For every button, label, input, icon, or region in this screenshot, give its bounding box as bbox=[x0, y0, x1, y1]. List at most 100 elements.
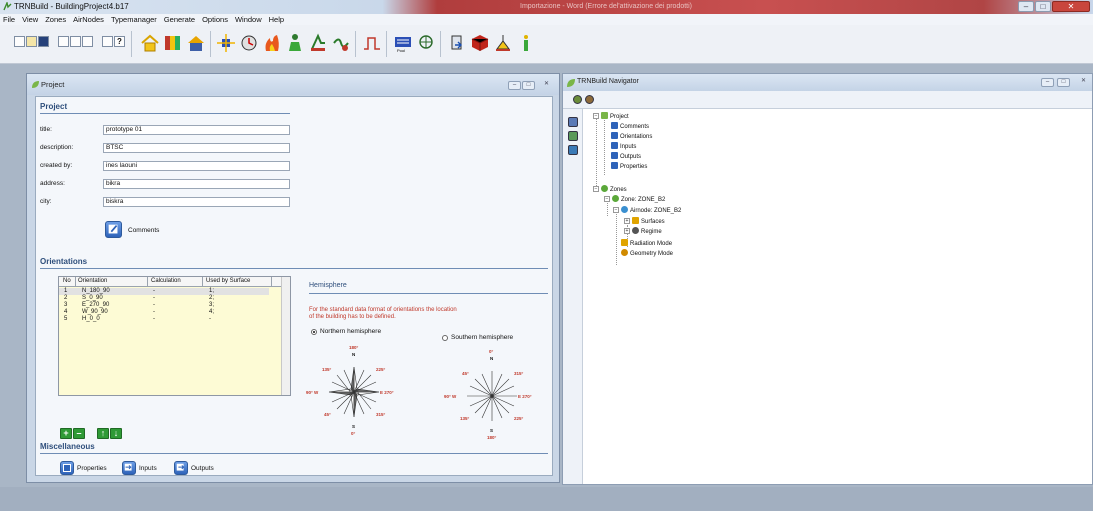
infiltration-icon[interactable] bbox=[331, 33, 351, 53]
maximize-button[interactable]: □ bbox=[1035, 1, 1051, 12]
southern-hemisphere-radio[interactable] bbox=[442, 335, 448, 341]
navigator-restore-button[interactable]: □ bbox=[1057, 78, 1070, 87]
save-icon[interactable] bbox=[38, 36, 49, 47]
expand-surfaces-toggle[interactable]: + bbox=[624, 218, 630, 224]
profile-chart-icon[interactable] bbox=[362, 33, 382, 53]
wall-layers-icon[interactable] bbox=[163, 33, 183, 53]
tree-radiation-mode[interactable]: Radiation Mode bbox=[621, 239, 672, 247]
tree-airnode[interactable]: Airnode: ZONE_B2 bbox=[621, 206, 681, 214]
collapse-project-toggle[interactable]: − bbox=[593, 113, 599, 119]
cube-3d-icon[interactable] bbox=[470, 33, 490, 53]
tree-outputs[interactable]: Outputs bbox=[611, 152, 641, 160]
table-row[interactable]: 2 S_0_90 - 2; bbox=[59, 295, 290, 302]
gains-person-icon[interactable] bbox=[285, 33, 305, 53]
collapse-zones-toggle[interactable]: − bbox=[593, 186, 599, 192]
zone-house-icon[interactable] bbox=[140, 33, 160, 53]
menu-file[interactable]: File bbox=[3, 14, 15, 25]
navigator-titlebar[interactable]: TRNBuild Navigator – □ ✕ bbox=[563, 74, 1092, 91]
remove-orientation-button[interactable]: – bbox=[73, 428, 85, 439]
window-type-icon[interactable] bbox=[216, 33, 236, 53]
menu-view[interactable]: View bbox=[22, 14, 38, 25]
outputs-button[interactable] bbox=[174, 461, 188, 475]
project-restore-button[interactable]: □ bbox=[522, 81, 535, 90]
table-row[interactable]: 5 H_0_0 - - bbox=[59, 316, 290, 323]
tree-zones[interactable]: Zones bbox=[601, 185, 627, 193]
menu-options[interactable]: Options bbox=[202, 14, 228, 25]
nav-side-airnode-icon[interactable] bbox=[568, 145, 578, 155]
col-calculation-header[interactable]: Calculation bbox=[151, 278, 181, 284]
tree-properties[interactable]: Properties bbox=[611, 162, 647, 170]
menu-generate[interactable]: Generate bbox=[164, 14, 195, 25]
comments-icon bbox=[611, 122, 618, 129]
menu-typemanager[interactable]: Typemanager bbox=[111, 14, 157, 25]
building-icon[interactable] bbox=[186, 33, 206, 53]
table-scrollbar[interactable] bbox=[281, 277, 290, 395]
menu-airnodes[interactable]: AirNodes bbox=[73, 14, 104, 25]
expand-regime-toggle[interactable]: + bbox=[624, 228, 630, 234]
city-field[interactable]: biskra bbox=[103, 197, 290, 207]
help-about-icon[interactable]: ? bbox=[114, 36, 125, 47]
orientations-table[interactable]: No Orientation Calculation Used by Surfa… bbox=[58, 276, 291, 396]
copy-icon[interactable] bbox=[70, 36, 81, 47]
info-icon[interactable] bbox=[516, 33, 536, 53]
print-icon[interactable] bbox=[102, 36, 113, 47]
collapse-airnode-toggle[interactable]: − bbox=[613, 207, 619, 213]
lamp-icon[interactable] bbox=[493, 33, 513, 53]
compass-n-letter: N bbox=[352, 352, 356, 357]
paste-icon[interactable] bbox=[82, 36, 93, 47]
col-used-by-header[interactable]: Used by Surface bbox=[206, 278, 250, 284]
description-field[interactable]: BTSC bbox=[103, 143, 290, 153]
table-row[interactable]: 3 E_270_90 - 3; bbox=[59, 302, 290, 309]
export-icon[interactable] bbox=[447, 33, 467, 53]
menu-help[interactable]: Help bbox=[269, 14, 284, 25]
address-field[interactable]: bikra bbox=[103, 179, 290, 189]
airnode-icon bbox=[621, 206, 628, 213]
move-down-button[interactable]: ↓ bbox=[110, 428, 122, 439]
project-minimize-button[interactable]: – bbox=[508, 81, 521, 90]
open-file-icon[interactable] bbox=[26, 36, 37, 47]
heating-flame-icon[interactable] bbox=[262, 33, 282, 53]
tree-comments[interactable]: Comments bbox=[611, 122, 649, 130]
col-orientation-header[interactable]: Orientation bbox=[78, 278, 107, 284]
tree-geometry-mode[interactable]: Geometry Mode bbox=[621, 249, 673, 257]
created-by-field[interactable]: ines laouni bbox=[103, 161, 290, 171]
cut-icon[interactable] bbox=[58, 36, 69, 47]
tree-inputs[interactable]: Inputs bbox=[611, 142, 636, 150]
add-orientation-button[interactable]: + bbox=[60, 428, 72, 439]
ventilation-icon[interactable]: Pool bbox=[393, 33, 413, 53]
menu-zones[interactable]: Zones bbox=[45, 14, 66, 25]
schedule-icon[interactable] bbox=[239, 33, 259, 53]
collapse-all-icon[interactable] bbox=[585, 95, 594, 104]
tree-surfaces[interactable]: Surfaces bbox=[632, 217, 665, 225]
globe-grid-icon[interactable] bbox=[416, 33, 436, 53]
table-row[interactable]: 1 N_180_90 - 1; bbox=[59, 288, 269, 295]
col-no-header[interactable]: No bbox=[63, 278, 71, 284]
tree-regime[interactable]: Regime bbox=[632, 227, 662, 235]
nav-side-project-icon[interactable] bbox=[568, 117, 578, 127]
menu-window[interactable]: Window bbox=[235, 14, 262, 25]
inputs-button[interactable] bbox=[122, 461, 136, 475]
expand-all-icon[interactable] bbox=[573, 95, 582, 104]
table-row[interactable]: 4 W_90_90 - 4; bbox=[59, 309, 290, 316]
nav-side-zones-icon[interactable] bbox=[568, 131, 578, 141]
collapse-zone-toggle[interactable]: − bbox=[604, 196, 610, 202]
tree-project[interactable]: Project bbox=[601, 112, 629, 120]
navigator-minimize-button[interactable]: – bbox=[1041, 78, 1054, 87]
properties-button[interactable] bbox=[60, 461, 74, 475]
tree-zone[interactable]: Zone: ZONE_B2 bbox=[612, 195, 665, 203]
comfort-icon[interactable] bbox=[308, 33, 328, 53]
northern-hemisphere-radio[interactable] bbox=[311, 329, 317, 335]
minimize-button[interactable]: – bbox=[1018, 1, 1034, 12]
close-button[interactable]: ✕ bbox=[1052, 1, 1090, 12]
project-window-titlebar[interactable]: Project – □ ✕ bbox=[27, 74, 559, 95]
app-logo-icon bbox=[3, 2, 12, 11]
northern-hemisphere-label[interactable]: Northern hemisphere bbox=[320, 328, 381, 335]
move-up-button[interactable]: ↑ bbox=[97, 428, 109, 439]
southern-hemisphere-label[interactable]: Southern hemisphere bbox=[451, 334, 513, 341]
title-field[interactable]: prototype 01 bbox=[103, 125, 290, 135]
navigator-close-button[interactable]: ✕ bbox=[1077, 78, 1090, 87]
tree-orientations[interactable]: Orientations bbox=[611, 132, 652, 140]
comments-button[interactable] bbox=[105, 221, 122, 238]
new-file-icon[interactable] bbox=[14, 36, 25, 47]
project-close-button[interactable]: ✕ bbox=[540, 81, 553, 90]
